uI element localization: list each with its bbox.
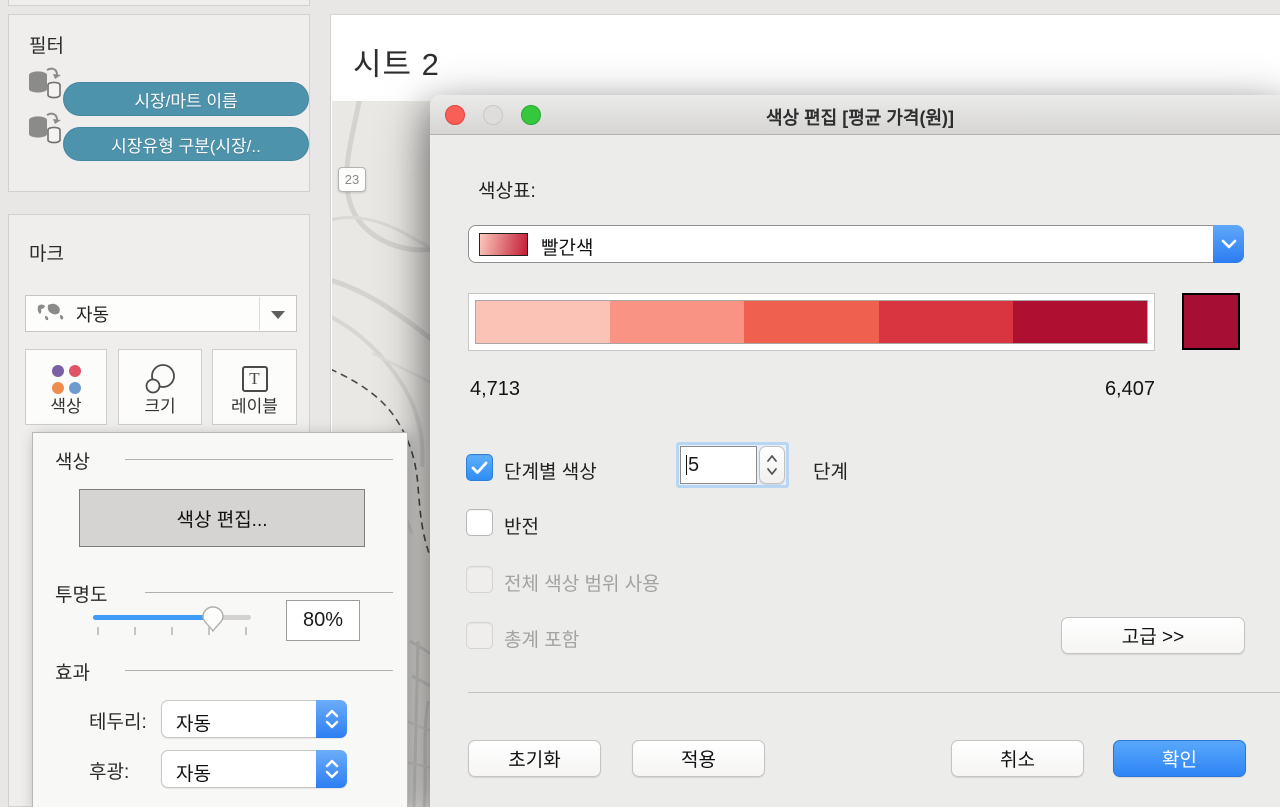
- palette-dropdown[interactable]: 빨간색: [468, 225, 1244, 263]
- current-color-swatch[interactable]: [1182, 293, 1240, 350]
- reset-button[interactable]: 초기화: [468, 740, 601, 777]
- divider: [125, 670, 393, 671]
- opacity-value: 80%: [302, 609, 344, 631]
- opacity-value-box[interactable]: 80%: [286, 600, 360, 641]
- divider: [145, 592, 393, 593]
- filter-pill-market-name[interactable]: 시장/마트 이름: [63, 82, 309, 116]
- ramp-min-value: 4,713: [470, 378, 521, 400]
- steps-unit-label: 단계: [813, 462, 848, 483]
- check-icon: [471, 461, 488, 474]
- slider-tick: [97, 627, 99, 635]
- apply-button-label: 적용: [681, 750, 716, 771]
- border-effect-dropdown[interactable]: 자동: [161, 700, 347, 738]
- border-effect-label: 테두리:: [89, 712, 147, 733]
- cancel-button-label: 취소: [1000, 750, 1035, 771]
- slider-tick: [134, 627, 136, 635]
- filter-pill-label: 시장유형 구분(시장/..: [111, 136, 261, 156]
- marks-card-title: 마크: [29, 244, 64, 265]
- marks-color-button[interactable]: 색상: [25, 349, 107, 425]
- reversed-label: 반전: [504, 517, 539, 538]
- divider: [259, 297, 260, 330]
- chevron-down-icon: [1213, 225, 1244, 263]
- marks-size-button[interactable]: 크기: [118, 349, 202, 425]
- opacity-slider-fill: [93, 615, 214, 620]
- border-effect-value: 자동: [176, 714, 211, 735]
- steps-spinner: 5: [676, 442, 789, 488]
- size-circles-icon: [119, 362, 201, 396]
- reversed-checkbox[interactable]: [466, 509, 493, 536]
- divider: [468, 692, 1280, 693]
- world-map-icon: [36, 303, 68, 325]
- palette-label: 색상표:: [478, 181, 536, 202]
- slider-tick: [245, 627, 247, 635]
- divider: [125, 459, 393, 460]
- full-color-range-label: 전체 색상 범위 사용: [504, 574, 660, 595]
- color-dots-icon: [26, 362, 106, 396]
- gradient-step: [744, 301, 879, 343]
- edit-colors-button-label: 색상 편집...: [176, 509, 268, 531]
- mark-type-value: 자동: [76, 304, 110, 325]
- palette-preview-swatch: [479, 233, 528, 256]
- filter-shelf-title: 필터: [29, 36, 64, 57]
- gradient-step: [878, 301, 1013, 343]
- filter-shelf: 필터 시장/마트 이름 시장유형 구분(시장/..: [8, 14, 310, 192]
- text-cursor: [686, 455, 687, 475]
- stepper-chevrons-icon: [316, 750, 347, 788]
- ramp-max-value: 6,407: [1104, 378, 1155, 400]
- cancel-button[interactable]: 취소: [951, 740, 1084, 777]
- gradient-step: [610, 301, 745, 343]
- dialog-titlebar[interactable]: 색상 편집 [평균 가격(원)]: [430, 95, 1280, 135]
- steps-stepper[interactable]: [759, 446, 785, 484]
- reset-button-label: 초기화: [508, 750, 561, 771]
- opacity-slider-thumb[interactable]: [202, 606, 224, 637]
- palette-value: 빨간색: [541, 238, 594, 259]
- edit-colors-dialog: 색상 편집 [평균 가격(원)] 색상표: 빨간색 4,713 6,407 단계…: [430, 95, 1280, 807]
- popup-opacity-section-title: 투명도: [55, 585, 108, 606]
- advanced-button[interactable]: 고급 >>: [1061, 617, 1245, 654]
- gradient-step: [476, 301, 611, 343]
- advanced-button-label: 고급 >>: [1121, 627, 1185, 648]
- steps-value: 5: [688, 453, 700, 476]
- sheet-title: 시트 2: [353, 47, 440, 82]
- dialog-title: 색상 편집 [평균 가격(원)]: [765, 108, 955, 128]
- halo-effect-value: 자동: [176, 764, 211, 785]
- filter-pill-label: 시장/마트 이름: [134, 91, 238, 111]
- include-totals-checkbox: [466, 622, 493, 649]
- ok-button[interactable]: 확인: [1113, 740, 1246, 777]
- stepper-chevrons-icon: [767, 455, 777, 475]
- route-shield-badge: 23: [338, 167, 366, 192]
- color-ramp-frame: [468, 293, 1155, 351]
- apply-button[interactable]: 적용: [632, 740, 765, 777]
- stepped-color-checkbox[interactable]: [466, 454, 493, 481]
- filter-pill-market-type[interactable]: 시장유형 구분(시장/..: [63, 127, 309, 161]
- popup-effects-section-title: 효과: [55, 663, 90, 684]
- stepper-chevrons-icon: [316, 700, 347, 738]
- gradient-step: [1012, 301, 1148, 343]
- color-options-popup: 색상 색상 편집... 투명도 80% 효과 테두리: 자동 후광: 자동: [32, 432, 408, 807]
- steps-input[interactable]: 5: [680, 446, 757, 484]
- include-totals-label: 총계 포함: [504, 630, 580, 651]
- sidebar-card-sliver: [8, 0, 310, 6]
- datasource-filter-icon: [25, 111, 63, 147]
- full-color-range-checkbox: [466, 566, 493, 593]
- ok-button-label: 확인: [1162, 750, 1197, 771]
- datasource-filter-icon: [25, 66, 63, 102]
- slider-tick: [171, 627, 173, 635]
- halo-effect-dropdown[interactable]: 자동: [161, 750, 347, 788]
- marks-label-button[interactable]: T 레이블: [212, 349, 297, 425]
- halo-effect-label: 후광:: [89, 762, 130, 783]
- text-label-icon: T: [213, 362, 296, 396]
- slider-tick: [208, 627, 210, 635]
- gradient-bar[interactable]: [475, 300, 1148, 344]
- popup-color-section-title: 색상: [55, 452, 90, 473]
- mark-type-dropdown[interactable]: 자동: [25, 295, 297, 332]
- chevron-down-icon: [271, 311, 285, 319]
- opacity-slider[interactable]: [93, 606, 251, 633]
- stepped-color-label: 단계별 색상: [504, 462, 597, 483]
- edit-colors-button[interactable]: 색상 편집...: [79, 489, 365, 547]
